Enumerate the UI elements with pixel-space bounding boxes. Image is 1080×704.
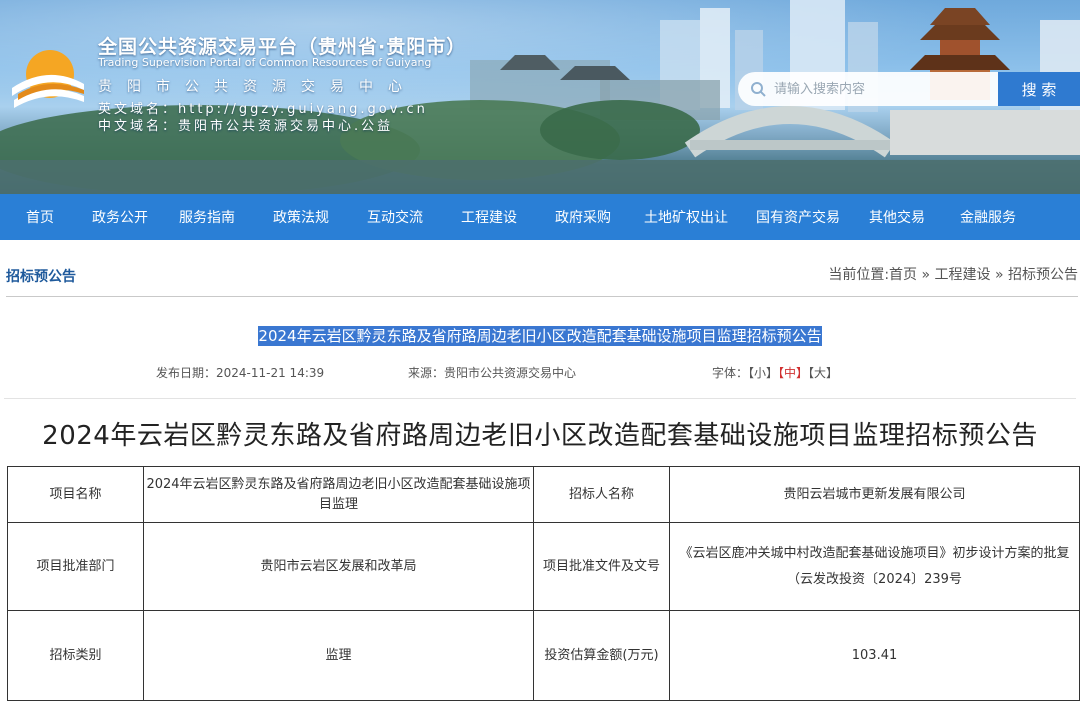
article-main-title: 2024年云岩区黔灵东路及省府路周边老旧小区改造配套基础设施项目监理招标预公告 xyxy=(42,421,1038,451)
table-label-cell: 项目批准部门 xyxy=(7,522,144,611)
chinese-domain: 中文域名：贵阳市公共资源交易中心.公益 xyxy=(98,119,394,134)
nav-item-engineering[interactable]: 工程建设 xyxy=(442,207,536,227)
font-size-medium[interactable]: 【中】 xyxy=(778,366,808,380)
nav-item-government-affairs[interactable]: 政务公开 xyxy=(80,207,160,227)
search-button[interactable]: 搜 索 xyxy=(998,72,1080,106)
table-value-cell: 贵阳市云岩区发展和改革局 xyxy=(143,522,534,611)
nav-item-other-trading[interactable]: 其他交易 xyxy=(854,207,940,227)
table-label-cell: 招标类别 xyxy=(7,610,144,701)
breadcrumb[interactable]: 当前位置:首页 » 工程建设 » 招标预公告 xyxy=(828,264,1078,284)
nav-item-service-guide[interactable]: 服务指南 xyxy=(160,207,254,227)
main-nav: 首页 政务公开 服务指南 政策法规 互动交流 工程建设 政府采购 土地矿权出让 … xyxy=(0,194,1080,240)
site-title: 全国公共资源交易平台（贵州省·贵阳市） xyxy=(98,36,467,58)
table-label-cell: 投资估算金额(万元) xyxy=(533,610,670,701)
site-subtitle: 贵阳市公共资源交易中心 xyxy=(98,79,417,95)
font-size-switcher: 字体：【小】【中】【大】 xyxy=(712,364,838,381)
site-title-en: Trading Supervision Portal of Common Res… xyxy=(98,56,432,69)
section-title: 招标预公告 xyxy=(6,269,76,285)
site-logo xyxy=(12,50,84,108)
nav-item-state-assets[interactable]: 国有资产交易 xyxy=(742,207,854,227)
search-icon xyxy=(751,82,766,97)
table-value-cell: 《云岩区鹿冲关城中村改造配套基础设施项目》初步设计方案的批复（云发改投资〔202… xyxy=(669,522,1080,611)
nav-item-land-mining[interactable]: 土地矿权出让 xyxy=(630,207,742,227)
selected-title-text[interactable]: 2024年云岩区黔灵东路及省府路周边老旧小区改造配套基础设施项目监理招标预公告 xyxy=(258,326,822,346)
search-input[interactable] xyxy=(772,80,986,98)
table-value-cell: 2024年云岩区黔灵东路及省府路周边老旧小区改造配套基础设施项目监理 xyxy=(143,466,534,523)
table-value-cell: 监理 xyxy=(143,610,534,701)
article-link-title: 2024年云岩区黔灵东路及省府路周边老旧小区改造配套基础设施项目监理招标预公告 xyxy=(0,325,1080,346)
font-size-large[interactable]: 【大】 xyxy=(808,366,838,380)
divider xyxy=(4,398,1076,399)
nav-item-home[interactable]: 首页 xyxy=(0,207,80,227)
article-source: 来源：贵阳市公共资源交易中心 xyxy=(408,366,577,380)
search-box xyxy=(738,72,998,106)
table-label-cell: 招标人名称 xyxy=(533,466,670,523)
breadcrumb-bar: 招标预公告 当前位置:首页 » 工程建设 » 招标预公告 xyxy=(6,240,1078,297)
nav-item-gov-procurement[interactable]: 政府采购 xyxy=(536,207,630,227)
table-value-cell: 103.41 xyxy=(669,610,1080,701)
table-label-cell: 项目名称 xyxy=(7,466,144,523)
project-info-table: 项目名称 2024年云岩区黔灵东路及省府路周边老旧小区改造配套基础设施项目监理 … xyxy=(7,466,1080,701)
nav-item-policies[interactable]: 政策法规 xyxy=(254,207,348,227)
publish-date: 发布日期：2024-11-21 14:39 xyxy=(156,366,325,380)
site-header: 全国公共资源交易平台（贵州省·贵阳市） Trading Supervision … xyxy=(0,0,1080,194)
nav-item-financial-services[interactable]: 金融服务 xyxy=(940,207,1036,227)
article-meta: 发布日期：2024-11-21 14:39 来源：贵阳市公共资源交易中心 字体：… xyxy=(0,364,1080,388)
font-size-small[interactable]: 【小】 xyxy=(748,366,778,380)
table-row: 招标类别 监理 投资估算金额(万元) 103.41 xyxy=(7,610,1080,701)
table-row: 项目批准部门 贵阳市云岩区发展和改革局 项目批准文件及文号 《云岩区鹿冲关城中村… xyxy=(7,522,1080,611)
nav-item-interaction[interactable]: 互动交流 xyxy=(348,207,442,227)
font-size-label: 字体： xyxy=(712,366,749,380)
table-label-cell: 项目批准文件及文号 xyxy=(533,522,670,611)
table-value-cell: 贵阳云岩城市更新发展有限公司 xyxy=(669,466,1080,523)
table-row: 项目名称 2024年云岩区黔灵东路及省府路周边老旧小区改造配套基础设施项目监理 … xyxy=(7,466,1080,523)
